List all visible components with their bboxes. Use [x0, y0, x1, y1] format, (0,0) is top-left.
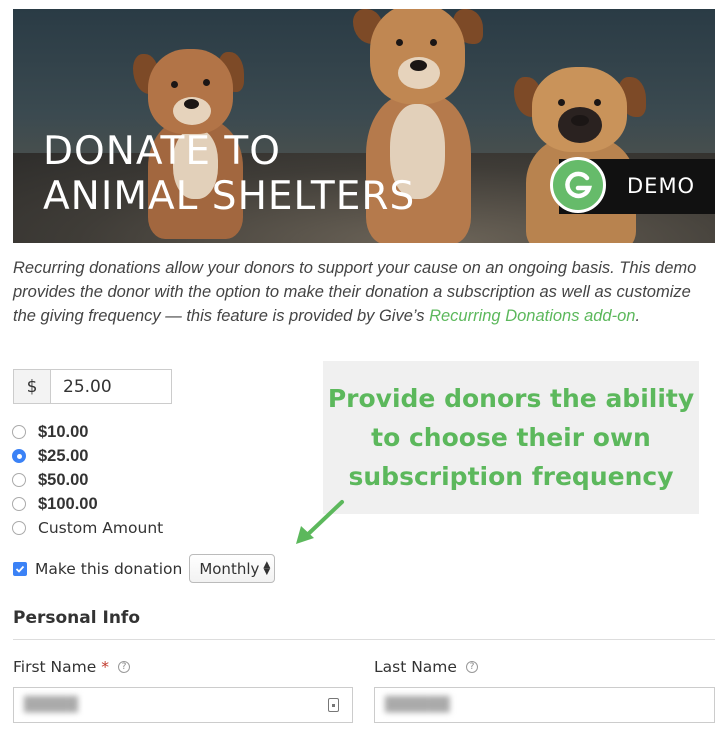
- first-name-label: First Name * ?: [13, 658, 131, 676]
- first-name-label-text: First Name: [13, 658, 97, 676]
- feature-callout: Provide donors the ability to choose the…: [323, 361, 699, 514]
- description-suffix: .: [635, 307, 641, 325]
- level-label: Custom Amount: [38, 519, 164, 537]
- recurring-label: Make this donation: [35, 559, 183, 578]
- first-name-input[interactable]: █████: [13, 687, 353, 723]
- demo-label: DEMO: [627, 174, 696, 198]
- level-option-custom[interactable]: Custom Amount: [12, 516, 163, 540]
- banner-title: DONATE TO ANIMAL SHELTERS: [43, 129, 415, 219]
- help-icon[interactable]: ?: [465, 661, 478, 673]
- checkmark-icon: [15, 565, 25, 573]
- level-label: $25.00: [38, 446, 89, 465]
- recurring-option: Make this donation Monthly ▲ ▼: [13, 554, 276, 583]
- level-option[interactable]: $100.00: [12, 492, 163, 516]
- donation-levels: $10.00 $25.00 $50.00 $100.00 Custom Amou…: [12, 420, 163, 540]
- last-name-input[interactable]: ██████: [374, 687, 715, 723]
- frequency-select[interactable]: Monthly ▲ ▼: [189, 554, 276, 583]
- banner-title-line2: ANIMAL SHELTERS: [43, 174, 416, 219]
- contact-card-icon: [328, 698, 339, 712]
- level-option[interactable]: $50.00: [12, 468, 163, 492]
- frequency-value: Monthly: [199, 559, 260, 578]
- first-name-value-redacted: █████: [24, 697, 78, 713]
- level-label: $10.00: [38, 422, 89, 441]
- last-name-label: Last Name ?: [374, 658, 478, 676]
- callout-arrow-icon: [296, 500, 344, 544]
- amount-input[interactable]: 25.00: [51, 370, 171, 403]
- level-option[interactable]: $25.00: [12, 444, 163, 468]
- select-arrows-icon: ▲ ▼: [263, 559, 271, 577]
- callout-line2: to choose their own: [371, 423, 651, 452]
- callout-line3: subscription frequency: [348, 462, 674, 491]
- radio-button[interactable]: [12, 521, 26, 535]
- radio-button[interactable]: [12, 425, 26, 439]
- level-label: $100.00: [38, 494, 98, 513]
- currency-symbol: $: [14, 370, 51, 403]
- last-name-value-redacted: ██████: [385, 697, 450, 713]
- radio-button[interactable]: [12, 497, 26, 511]
- radio-button-selected[interactable]: [12, 449, 26, 463]
- recurring-checkbox[interactable]: [13, 561, 27, 576]
- level-label: $50.00: [38, 470, 89, 489]
- callout-line1: Provide donors the ability: [327, 384, 695, 413]
- last-name-label-text: Last Name: [374, 658, 457, 676]
- form-description: Recurring donations allow your donors to…: [13, 256, 713, 328]
- give-logo-icon: [550, 157, 606, 213]
- help-icon[interactable]: ?: [118, 661, 131, 673]
- radio-button[interactable]: [12, 473, 26, 487]
- hero-banner: DONATE TO ANIMAL SHELTERS DEMO: [13, 9, 715, 243]
- required-asterisk: *: [101, 658, 110, 676]
- demo-badge: DEMO: [550, 157, 715, 214]
- section-divider: [13, 639, 715, 640]
- recurring-addon-link[interactable]: Recurring Donations add-on: [429, 307, 635, 325]
- donation-amount-field[interactable]: $ 25.00: [13, 369, 172, 404]
- level-option[interactable]: $10.00: [12, 420, 163, 444]
- personal-info-heading: Personal Info: [13, 608, 140, 628]
- banner-title-line1: DONATE TO: [43, 129, 281, 174]
